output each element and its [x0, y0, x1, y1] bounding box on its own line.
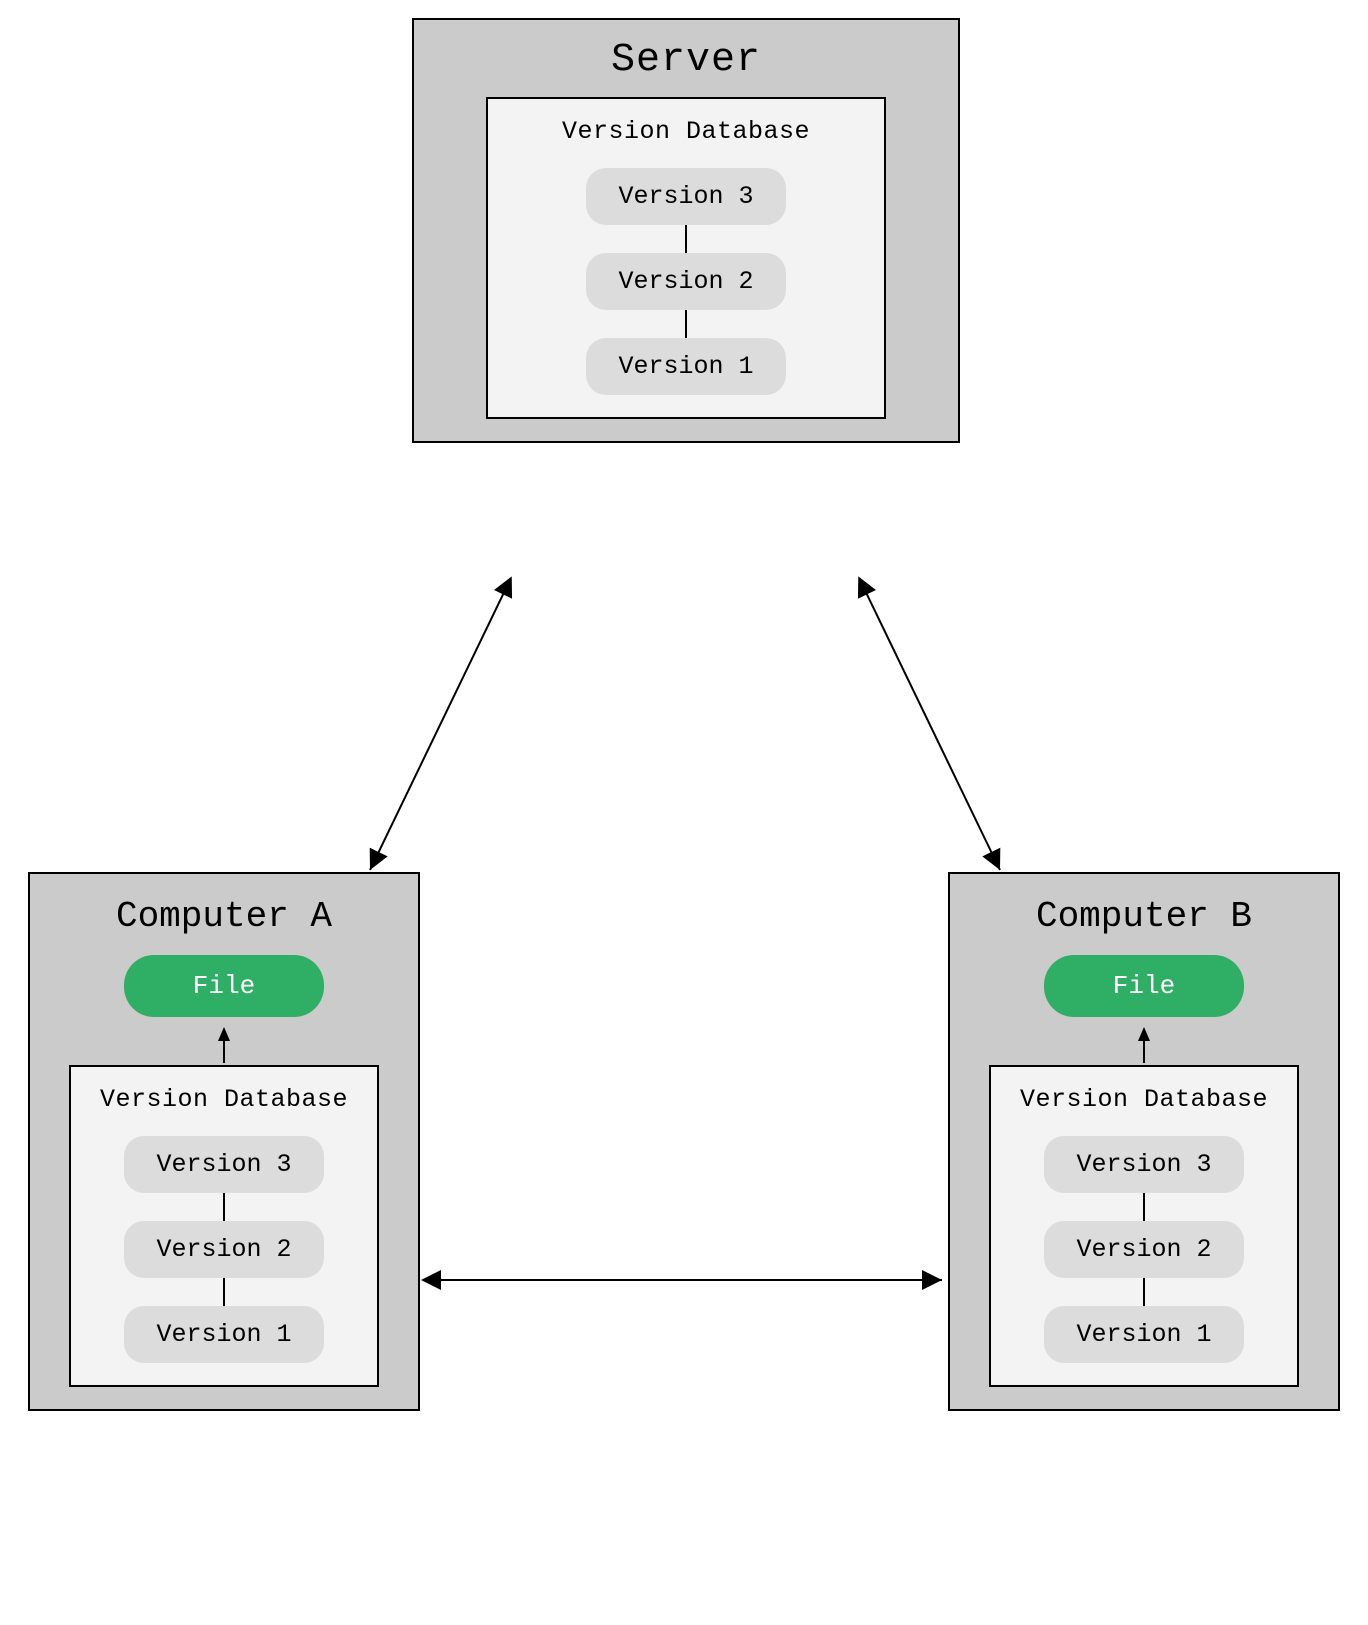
version-pill: Version 3 — [586, 168, 786, 225]
version-pill: Version 3 — [124, 1136, 324, 1193]
computer-a-vdb-title: Version Database — [100, 1085, 348, 1114]
connector-line — [685, 310, 687, 338]
server-box: Server Version Database Version 3 Versio… — [412, 18, 960, 443]
computer-a-vdb: Version Database Version 3 Version 2 Ver… — [69, 1065, 379, 1387]
server-title: Server — [611, 20, 761, 97]
version-pill: Version 1 — [124, 1306, 324, 1363]
arrow-server-computer-a — [370, 580, 510, 870]
version-pill: Version 1 — [1044, 1306, 1244, 1363]
arrow-server-computer-b — [860, 580, 1000, 870]
connector-line — [223, 1278, 225, 1306]
computer-a-box: Computer A File Version Database Version… — [28, 872, 420, 1411]
connector-line — [1143, 1278, 1145, 1306]
version-pill: Version 3 — [1044, 1136, 1244, 1193]
file-arrow-icon — [1134, 1025, 1154, 1065]
version-pill: Version 1 — [586, 338, 786, 395]
file-pill-b: File — [1044, 955, 1244, 1017]
version-pill: Version 2 — [586, 253, 786, 310]
server-vdb-title: Version Database — [562, 117, 810, 146]
file-arrow-icon — [214, 1025, 234, 1065]
computer-b-vdb-title: Version Database — [1020, 1085, 1268, 1114]
connector-line — [1143, 1193, 1145, 1221]
connector-line — [685, 225, 687, 253]
server-vdb: Version Database Version 3 Version 2 Ver… — [486, 97, 886, 419]
computer-b-box: Computer B File Version Database Version… — [948, 872, 1340, 1411]
computer-b-title: Computer B — [1036, 874, 1252, 955]
version-pill: Version 2 — [124, 1221, 324, 1278]
version-pill: Version 2 — [1044, 1221, 1244, 1278]
computer-b-vdb: Version Database Version 3 Version 2 Ver… — [989, 1065, 1299, 1387]
file-pill-a: File — [124, 955, 324, 1017]
computer-a-title: Computer A — [116, 874, 332, 955]
connector-line — [223, 1193, 225, 1221]
